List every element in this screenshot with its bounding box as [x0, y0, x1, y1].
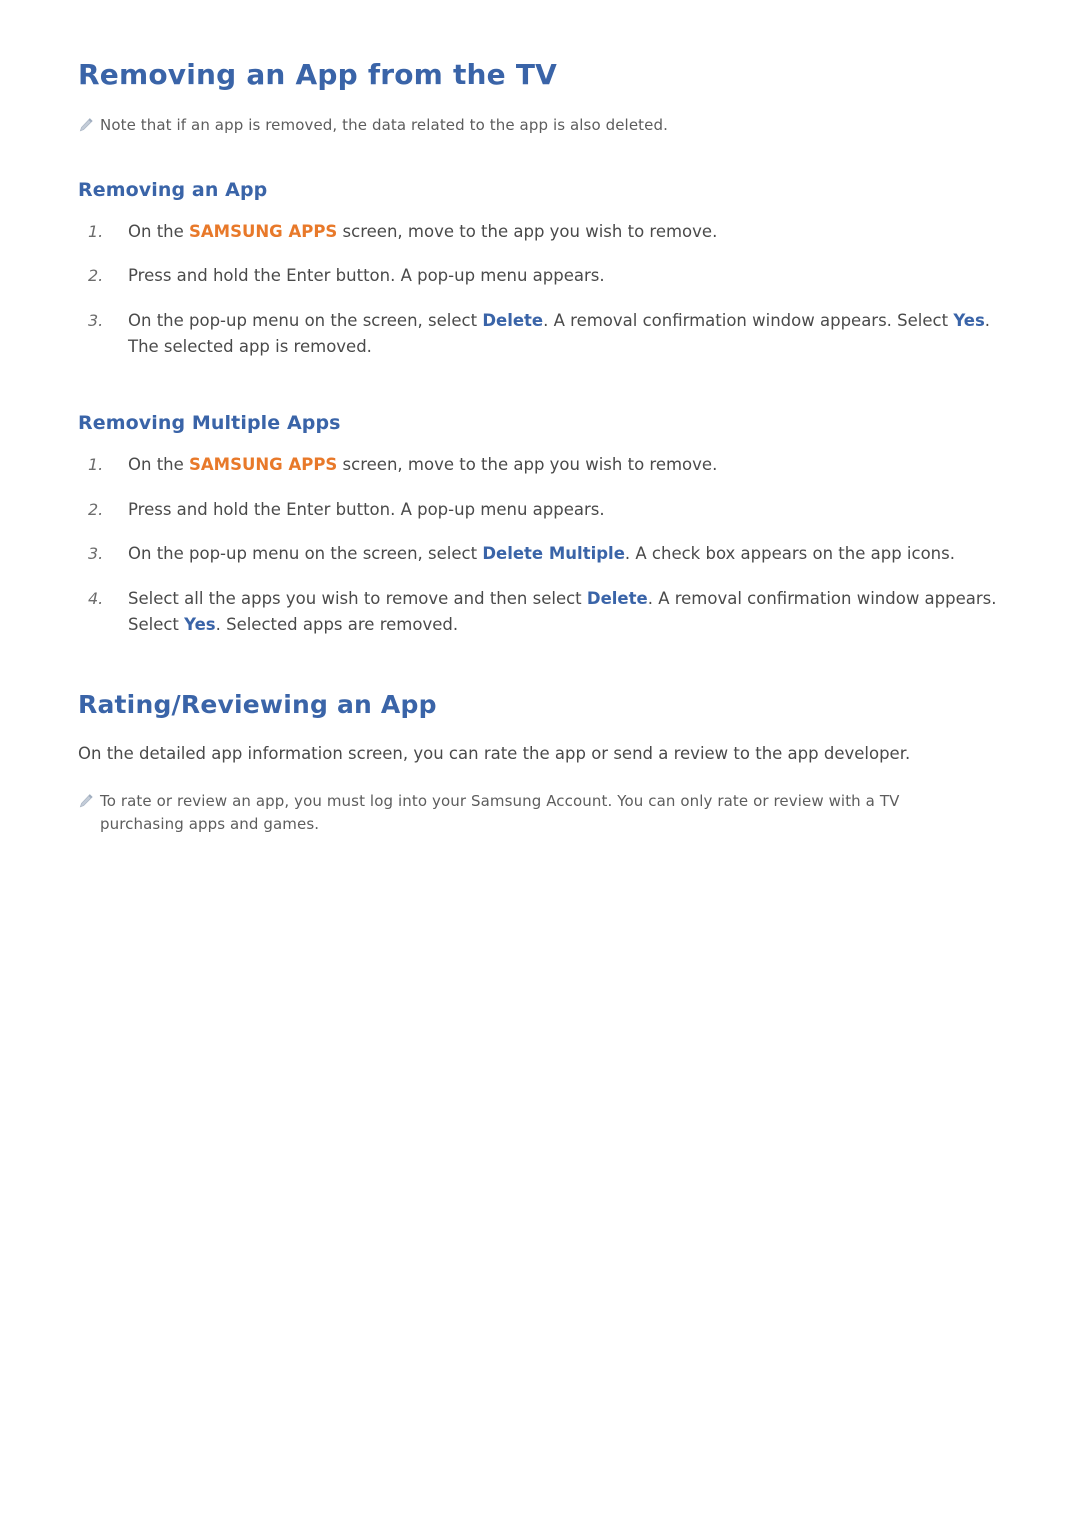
- section-heading-removing-multiple-apps: Removing Multiple Apps: [78, 412, 341, 435]
- keyword-action: Yes: [184, 614, 216, 634]
- text-run: On the pop-up menu on the screen, select: [128, 544, 483, 564]
- step-text: Press and hold the Enter button. A pop-u…: [128, 263, 605, 289]
- step-item: 2. Press and hold the Enter button. A pop…: [78, 263, 1002, 289]
- step-number: 1.: [88, 455, 104, 475]
- step-number: 4.: [88, 588, 104, 608]
- text-run: . A check box appears on the app icons.: [624, 544, 955, 564]
- keyword-samsung-apps: SAMSUNG APPS: [189, 221, 338, 241]
- step-item: 3. On the pop-up menu on the screen, sele…: [78, 541, 1002, 567]
- step-item: 2. Press and hold the Enter button. A pop…: [78, 497, 1002, 523]
- keyword-action: Delete: [482, 310, 544, 330]
- text-run: screen, move to the app you wish to remo…: [337, 221, 718, 241]
- step-item: 4. Select all the apps you wish to remove…: [78, 586, 1002, 639]
- text-run: Select all the apps you wish to remove a…: [128, 588, 587, 608]
- paragraph-rating-intro: On the detailed app information screen, …: [78, 744, 911, 764]
- step-text: On the SAMSUNG APPS screen, move to the …: [128, 452, 717, 478]
- text-run: On the: [128, 455, 190, 475]
- text-run: On the: [128, 221, 190, 241]
- text-run: Press and hold the Enter button. A pop-u…: [128, 499, 605, 519]
- step-item: 1. On the SAMSUNG APPS screen, move to th…: [78, 452, 1002, 478]
- keyword-action: Yes: [953, 310, 985, 330]
- steps-list-removing-multiple-apps: 1. On the SAMSUNG APPS screen, move to th…: [78, 452, 1002, 638]
- keyword-action: Delete: [586, 588, 648, 608]
- note-row-2: To rate or review an app, you must log i…: [78, 790, 1002, 837]
- step-number: 1.: [88, 221, 104, 241]
- step-text: On the SAMSUNG APPS screen, move to the …: [128, 219, 717, 245]
- page-title-rating-reviewing: Rating/Reviewing an App: [78, 690, 437, 720]
- note-text-2: To rate or review an app, you must log i…: [100, 791, 900, 833]
- document-page: Removing an App from the TV Note that if…: [0, 0, 1080, 1527]
- pencil-note-icon: [78, 790, 100, 812]
- step-number: 2.: [88, 499, 104, 519]
- note-text-1: Note that if an app is removed, the data…: [100, 115, 668, 134]
- steps-list-removing-an-app: 1. On the SAMSUNG APPS screen, move to th…: [78, 219, 1002, 361]
- page-content: Removing an App from the TV Note that if…: [78, 58, 1002, 836]
- step-text: Select all the apps you wish to remove a…: [128, 586, 1002, 639]
- step-text: On the pop-up menu on the screen, select…: [128, 308, 1002, 361]
- step-item: 1. On the SAMSUNG APPS screen, move to th…: [78, 219, 1002, 245]
- step-item: 3. On the pop-up menu on the screen, sele…: [78, 308, 1002, 361]
- step-text: On the pop-up menu on the screen, select…: [128, 541, 955, 567]
- text-run: screen, move to the app you wish to remo…: [337, 455, 718, 475]
- keyword-samsung-apps: SAMSUNG APPS: [189, 455, 338, 475]
- step-number: 3.: [88, 544, 104, 564]
- note-row-1: Note that if an app is removed, the data…: [78, 114, 1002, 137]
- text-run: . A removal confirmation window appears.…: [543, 310, 954, 330]
- text-run: . Selected apps are removed.: [215, 614, 459, 634]
- keyword-action: Delete Multiple: [482, 544, 625, 564]
- step-text: Press and hold the Enter button. A pop-u…: [128, 497, 605, 523]
- text-run: On the pop-up menu on the screen, select: [128, 310, 483, 330]
- section-heading-removing-an-app: Removing an App: [78, 178, 268, 201]
- text-run: Press and hold the Enter button. A pop-u…: [128, 266, 605, 286]
- pencil-note-icon: [78, 114, 100, 136]
- page-title: Removing an App from the TV: [78, 58, 557, 91]
- step-number: 3.: [88, 310, 104, 330]
- step-number: 2.: [88, 266, 104, 286]
